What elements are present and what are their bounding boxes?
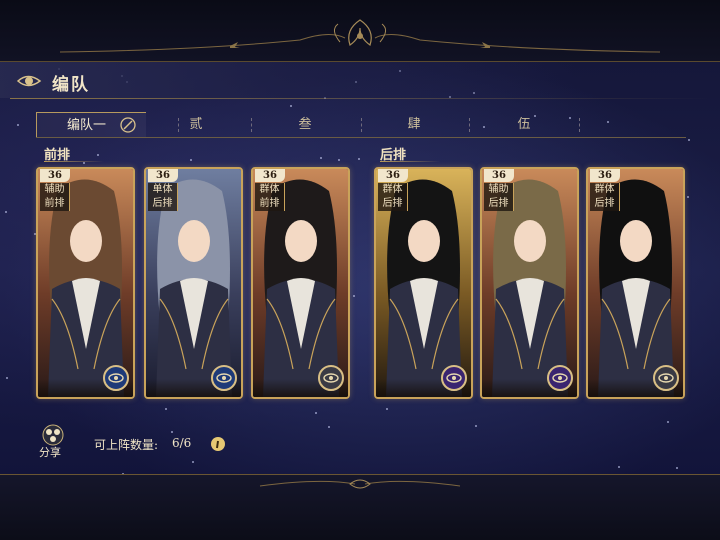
bottom-ornament-icon bbox=[259, 479, 461, 489]
star bbox=[353, 295, 355, 297]
position-tag: 后排 bbox=[378, 197, 408, 211]
star bbox=[97, 154, 99, 156]
front-row-label: 前排 bbox=[44, 144, 105, 163]
position-tag: 前排 bbox=[255, 197, 285, 211]
tab-divider bbox=[579, 118, 580, 132]
edit-icon[interactable] bbox=[119, 116, 137, 134]
star bbox=[475, 425, 477, 427]
star bbox=[6, 377, 8, 379]
level-badge: 36 bbox=[40, 169, 70, 182]
character-card[interactable]: 36 群体 前排 bbox=[251, 167, 350, 399]
star bbox=[386, 408, 388, 410]
role-tag: 群体 bbox=[255, 183, 285, 197]
back-button[interactable] bbox=[14, 70, 42, 92]
element-badge-icon bbox=[441, 365, 467, 391]
team-tabs: 编队一 贰 叁 肆 伍 bbox=[36, 112, 686, 138]
star bbox=[290, 105, 292, 107]
role-tag: 群体 bbox=[378, 183, 408, 197]
level-badge: 36 bbox=[378, 169, 408, 182]
position-tag: 后排 bbox=[484, 197, 514, 211]
level-badge: 36 bbox=[590, 169, 620, 182]
header-bar bbox=[0, 62, 720, 98]
level-badge: 36 bbox=[484, 169, 514, 182]
element-badge-icon bbox=[653, 365, 679, 391]
character-card[interactable]: 36 辅助 前排 bbox=[36, 167, 135, 399]
star bbox=[17, 124, 19, 126]
position-tag: 前排 bbox=[40, 197, 70, 211]
tab-team-3[interactable]: 叁 bbox=[250, 112, 360, 138]
star bbox=[687, 196, 689, 198]
tab-label: 编队一 bbox=[67, 118, 107, 133]
tab-team-1[interactable]: 编队一 bbox=[36, 112, 146, 138]
star bbox=[338, 159, 340, 161]
star bbox=[83, 162, 85, 164]
role-tag: 辅助 bbox=[484, 183, 514, 197]
tab-team-2[interactable]: 贰 bbox=[141, 112, 251, 138]
character-card[interactable]: 36 单体 后排 bbox=[144, 167, 243, 399]
share-icon[interactable] bbox=[38, 424, 68, 446]
header-divider bbox=[10, 98, 710, 99]
role-tag: 群体 bbox=[590, 183, 620, 197]
share-label: 分享 bbox=[39, 446, 61, 459]
star bbox=[190, 159, 192, 161]
role-tag: 辅助 bbox=[40, 183, 70, 197]
position-tag: 后排 bbox=[590, 197, 620, 211]
deploy-count-value: 6/6 bbox=[172, 436, 192, 450]
info-icon[interactable] bbox=[211, 437, 225, 451]
star bbox=[667, 421, 669, 423]
star bbox=[358, 158, 360, 160]
element-badge-icon bbox=[318, 365, 344, 391]
tab-team-5[interactable]: 伍 bbox=[469, 112, 579, 138]
lotus-ornament-icon bbox=[59, 19, 661, 53]
element-badge-icon bbox=[103, 365, 129, 391]
tabs-underline bbox=[36, 137, 686, 138]
character-card[interactable]: 36 辅助 后排 bbox=[480, 167, 579, 399]
star bbox=[192, 461, 194, 463]
star bbox=[688, 139, 690, 141]
star bbox=[171, 431, 173, 433]
role-tag: 单体 bbox=[148, 183, 178, 197]
element-badge-icon bbox=[211, 365, 237, 391]
star bbox=[165, 408, 167, 410]
level-badge: 36 bbox=[255, 169, 285, 182]
top-ornament-band bbox=[0, 0, 720, 62]
character-card[interactable]: 36 群体 后排 bbox=[374, 167, 473, 399]
back-row-label: 后排 bbox=[380, 144, 441, 163]
star bbox=[5, 211, 7, 213]
character-card[interactable]: 36 群体 后排 bbox=[586, 167, 685, 399]
deploy-count-label: 可上阵数量: bbox=[94, 438, 159, 452]
star bbox=[328, 426, 330, 428]
star bbox=[320, 157, 322, 159]
page-title: 编队 bbox=[52, 75, 90, 95]
star bbox=[676, 467, 678, 469]
element-badge-icon bbox=[547, 365, 573, 391]
tab-team-4[interactable]: 肆 bbox=[359, 112, 469, 138]
star bbox=[618, 466, 620, 468]
star bbox=[315, 412, 317, 414]
level-badge: 36 bbox=[148, 169, 178, 182]
position-tag: 后排 bbox=[148, 197, 178, 211]
